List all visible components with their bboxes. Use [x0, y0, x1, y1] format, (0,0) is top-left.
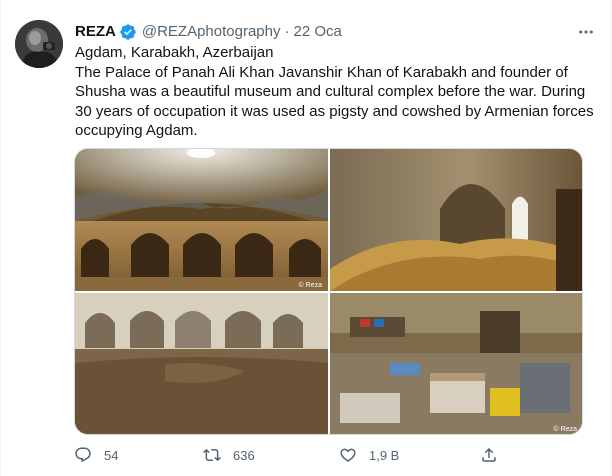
like-button[interactable]: 1,9 B [339, 446, 399, 464]
display-name[interactable]: REZA [75, 22, 116, 42]
tweet-date[interactable]: 22 Oca [293, 22, 341, 42]
tweet-body: The Palace of Panah Ali Khan Javanshir K… [75, 63, 594, 140]
avatar[interactable] [15, 20, 63, 68]
photo-grid: © Reza © Reza [74, 148, 583, 435]
tweet-card[interactable]: REZA @REZAphotography · 22 Oca Agdam, Ka… [0, 0, 612, 476]
photo-3-image [75, 293, 328, 434]
tweet-text: Agdam, Karabakh, Azerbaijan The Palace o… [75, 43, 595, 141]
tweet-actions: 54 636 1,9 B [74, 444, 514, 466]
reply-button[interactable]: 54 [74, 446, 118, 464]
heart-icon [340, 448, 356, 462]
photo-2[interactable] [330, 149, 582, 291]
photo-1-image: © Reza [75, 149, 328, 291]
photo-4[interactable]: © Reza [330, 293, 582, 434]
user-handle[interactable]: @REZAphotography [142, 22, 281, 42]
photo-1-credit: © Reza [299, 281, 323, 289]
retweet-icon [203, 448, 221, 462]
like-count: 1,9 B [369, 447, 400, 463]
photo-1[interactable]: © Reza [75, 149, 328, 291]
verified-badge-icon [119, 23, 137, 41]
tweet-location-line: Agdam, Karabakh, Azerbaijan [75, 44, 274, 61]
share-icon [482, 447, 496, 462]
ellipsis-icon [579, 30, 593, 34]
retweet-button[interactable]: 636 [203, 446, 255, 464]
avatar-image [15, 20, 63, 68]
retweet-count: 636 [233, 447, 255, 463]
photo-4-image: © Reza [330, 293, 582, 434]
more-options-button[interactable] [575, 21, 597, 43]
reply-icon [75, 447, 91, 463]
photo-3[interactable] [75, 293, 328, 434]
photo-4-credit: © Reza [554, 425, 578, 433]
share-button[interactable] [480, 446, 498, 464]
separator-dot: · [284, 23, 290, 40]
tweet-header: REZA @REZAphotography · 22 Oca [75, 21, 597, 43]
photo-2-image [330, 149, 582, 291]
reply-count: 54 [104, 447, 119, 463]
